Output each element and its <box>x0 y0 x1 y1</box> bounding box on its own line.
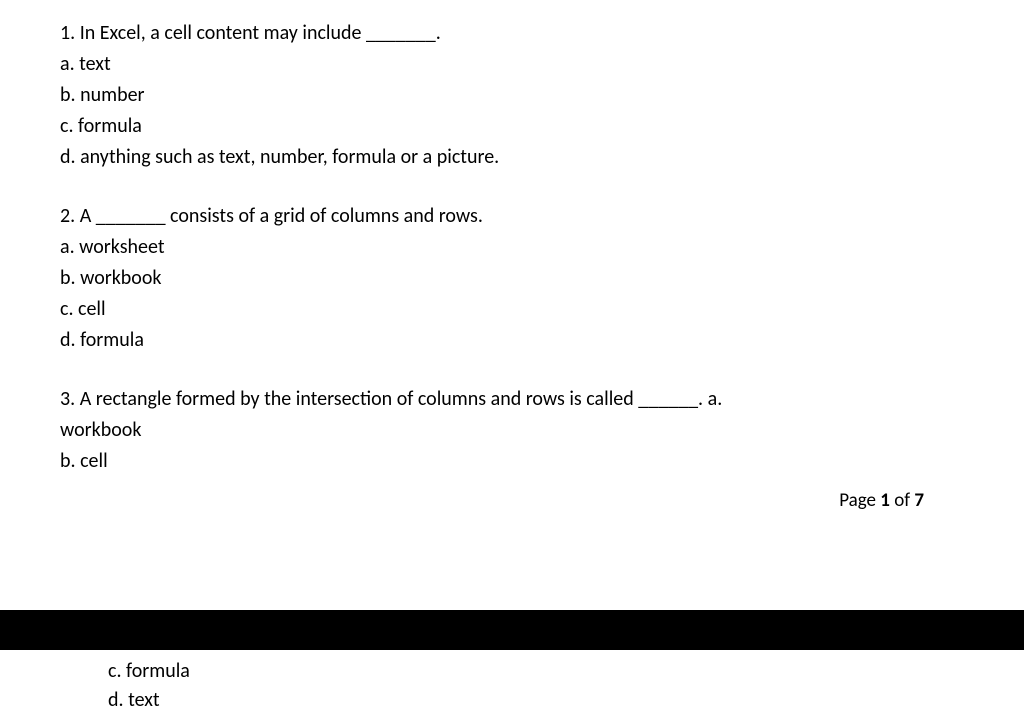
question-2-option-b: b. workbook <box>60 265 964 292</box>
question-1-option-b: b. number <box>60 82 964 109</box>
spacer <box>60 358 964 386</box>
question-3-text: 3. A rectangle formed by the intersectio… <box>60 386 964 413</box>
document-content: 1. In Excel, a cell content may include … <box>0 0 1024 512</box>
page-separator-bar <box>0 610 1024 650</box>
page-middle: of <box>890 489 914 512</box>
question-1-option-a: a. text <box>60 51 964 78</box>
page-total: 7 <box>914 489 924 512</box>
page-prefix: Page <box>839 489 880 512</box>
question-2-text: 2. A _______ consists of a grid of colum… <box>60 203 964 230</box>
next-page-content: c. formula d. text <box>0 650 1024 728</box>
question-1-option-c: c. formula <box>60 113 964 140</box>
question-3-option-a-wrapped: workbook <box>60 417 964 444</box>
question-1-text: 1. In Excel, a cell content may include … <box>60 20 964 47</box>
question-3-option-b: b. cell <box>60 448 964 475</box>
question-3-option-c: c. formula <box>108 658 964 685</box>
page-current: 1 <box>880 489 890 512</box>
question-2-option-a: a. worksheet <box>60 234 964 261</box>
question-3-option-d: d. text <box>108 687 964 714</box>
question-2-option-c: c. cell <box>60 296 964 323</box>
question-1-option-d: d. anything such as text, number, formul… <box>60 144 964 171</box>
question-2-option-d: d. formula <box>60 327 964 354</box>
spacer <box>60 175 964 203</box>
page-footer: Page 1 of 7 <box>60 489 964 512</box>
